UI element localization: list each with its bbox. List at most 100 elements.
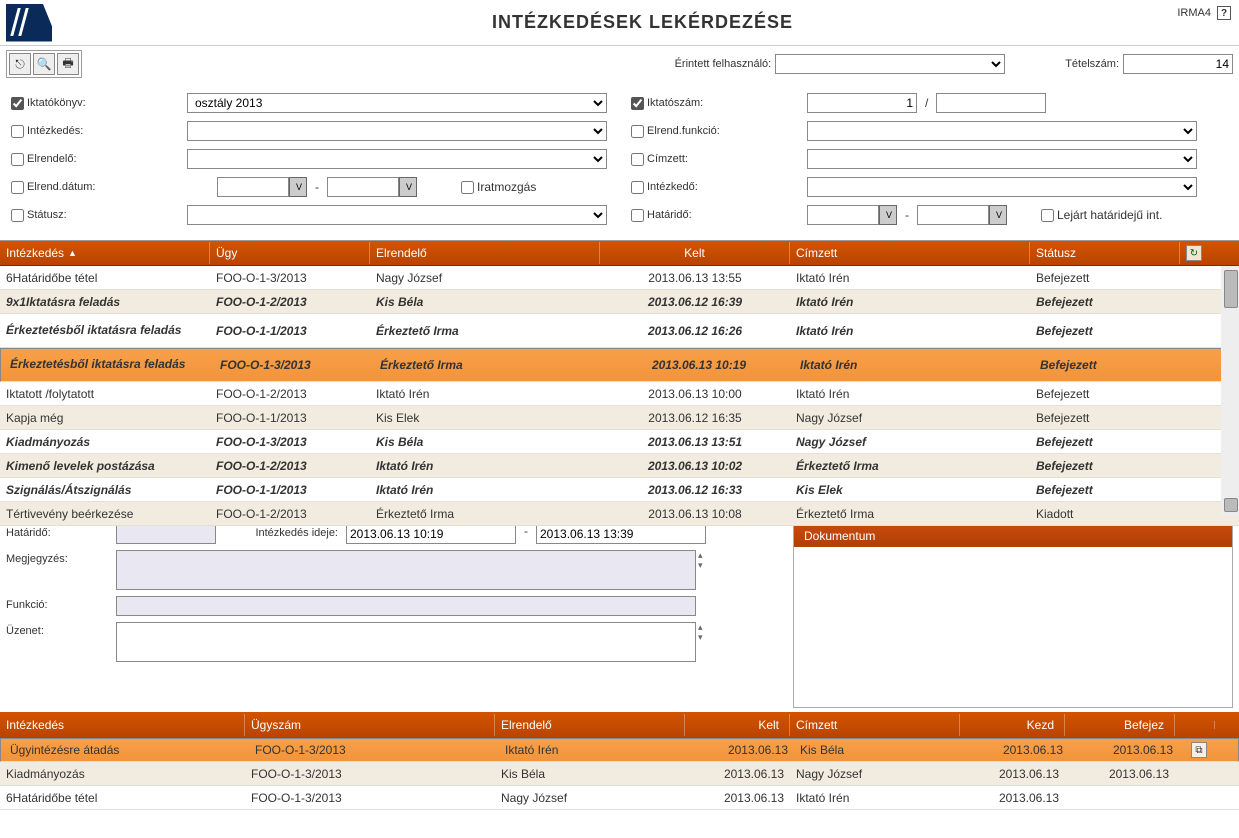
scroll-down-icon[interactable]: ▾ xyxy=(698,632,703,642)
scrollbar[interactable] xyxy=(1221,266,1239,516)
calendar-icon[interactable]: V xyxy=(879,205,897,225)
cell-ugy: FOO-O-1-1/2013 xyxy=(210,408,370,428)
page-title: INTÉZKEDÉSEK LEKÉRDEZÉSE xyxy=(52,12,1233,33)
cell-kelt: 2013.06.13 10:00 xyxy=(600,384,790,404)
erintett-select[interactable] xyxy=(775,54,1005,74)
col2-ugyszam[interactable]: Ügyszám xyxy=(245,714,495,736)
col-intezkedes[interactable]: Intézkedés▲ xyxy=(0,242,210,264)
col-kelt[interactable]: Kelt xyxy=(600,242,790,264)
table-row[interactable]: KiadmányozásFOO-O-1-3/2013Kis Béla2013.0… xyxy=(0,430,1239,454)
calendar-icon[interactable]: V xyxy=(399,177,417,197)
hatarido-from[interactable] xyxy=(807,205,879,225)
cell-cimzett: Nagy József xyxy=(790,408,1030,428)
elrendelo-select[interactable] xyxy=(187,149,607,169)
cell-ugy: FOO-O-1-2/2013 xyxy=(210,504,370,524)
elrend-datum-from[interactable] xyxy=(217,177,289,197)
iktatokonyv-label: Iktatókönyv: xyxy=(27,97,86,109)
exit-icon[interactable]: ⎋ xyxy=(9,53,31,75)
col2-kezd[interactable]: Kezd xyxy=(960,714,1065,736)
col2-befejez[interactable]: Befejez xyxy=(1065,714,1175,736)
cell-intezkedes: Kapja még xyxy=(0,408,210,428)
table-row[interactable]: 9x1Iktatásra feladásFOO-O-1-2/2013Kis Bé… xyxy=(0,290,1239,314)
refresh-button[interactable]: ↻ xyxy=(1180,245,1208,261)
col2-kelt[interactable]: Kelt xyxy=(685,714,790,736)
col2-cimzett[interactable]: Címzett xyxy=(790,714,960,736)
detail-intezkedes-ideje-from[interactable] xyxy=(346,524,516,544)
table-row[interactable]: KiadmányozásFOO-O-1-3/2013Kis Béla2013.0… xyxy=(0,762,1239,786)
detail-intezkedes-ideje-to[interactable] xyxy=(536,524,706,544)
print-icon[interactable]: 🖶 xyxy=(57,53,79,75)
help-icon[interactable]: ? xyxy=(1217,6,1231,20)
lejart-checkbox[interactable] xyxy=(1041,209,1054,222)
scroll-up-icon[interactable]: ▴ xyxy=(698,550,703,560)
col-statusz[interactable]: Státusz xyxy=(1030,242,1180,264)
cell-cimzett: Érkeztető Irma xyxy=(790,504,1030,524)
detail-hatarido-input[interactable] xyxy=(116,524,216,544)
cell-cimzett: Iktató Irén xyxy=(790,268,1030,288)
scroll-up-icon[interactable]: ▴ xyxy=(698,622,703,632)
col-elrendelo[interactable]: Elrendelő xyxy=(370,242,600,264)
cell-kezd: 2013.06.13 xyxy=(960,764,1065,784)
iktatoszam-input-1[interactable] xyxy=(807,93,917,113)
detail-megjegyzes-input[interactable] xyxy=(116,550,696,590)
col2-elrendelo[interactable]: Elrendelő xyxy=(495,714,685,736)
cell-statusz: Befejezett xyxy=(1030,268,1180,288)
col-cimzett[interactable]: Címzett xyxy=(790,242,1030,264)
cell-kelt: 2013.06.13 xyxy=(685,764,790,784)
calendar-icon[interactable]: V xyxy=(989,205,1007,225)
cell-ugy: FOO-O-1-1/2013 xyxy=(210,480,370,500)
cell-ugy: FOO-O-1-3/2013 xyxy=(210,432,370,452)
elrendelo-checkbox[interactable] xyxy=(11,153,24,166)
hatarido-checkbox[interactable] xyxy=(631,209,644,222)
expand-icon[interactable]: ⧉ xyxy=(1191,742,1207,758)
table-row[interactable]: 6Határidőbe tételFOO-O-1-3/2013Nagy Józs… xyxy=(0,786,1239,810)
iktatoszam-checkbox[interactable] xyxy=(631,97,644,110)
table-row[interactable]: Szignálás/ÁtszignálásFOO-O-1-1/2013Iktat… xyxy=(0,478,1239,502)
elrend-datum-to[interactable] xyxy=(327,177,399,197)
intezkedo-checkbox[interactable] xyxy=(631,181,644,194)
intezkedo-select[interactable] xyxy=(807,177,1197,197)
table-row[interactable]: Ügyintézésre átadásFOO-O-1-3/2013Iktató … xyxy=(0,738,1239,762)
detail-funkcio-input[interactable] xyxy=(116,596,696,616)
detail-megjegyzes-label: Megjegyzés: xyxy=(6,550,116,565)
table-row[interactable]: 6Határidőbe tételFOO-O-1-3/2013Nagy Józs… xyxy=(0,266,1239,290)
detail-intezkedes-ideje-sep: - xyxy=(524,524,528,538)
statusz-checkbox[interactable] xyxy=(11,209,24,222)
tetelszam-input[interactable] xyxy=(1123,54,1233,74)
search-icon[interactable]: 🔍 xyxy=(33,53,55,75)
intezkedes-checkbox[interactable] xyxy=(11,125,24,138)
iktatokonyv-checkbox[interactable] xyxy=(11,97,24,110)
iktatokonyv-select[interactable]: osztály 2013 xyxy=(187,93,607,113)
table-row[interactable]: Kimenő levelek postázásaFOO-O-1-2/2013Ik… xyxy=(0,454,1239,478)
col2-intezkedes[interactable]: Intézkedés xyxy=(0,714,245,736)
table-row[interactable]: Érkeztetésből iktatásra feladásFOO-O-1-3… xyxy=(0,348,1239,382)
cell-statusz: Befejezett xyxy=(1030,292,1180,312)
cell-ugy: FOO-O-1-1/2013 xyxy=(210,321,370,341)
intezkedes-select[interactable] xyxy=(187,121,607,141)
hatarido-to[interactable] xyxy=(917,205,989,225)
iktatoszam-input-2[interactable] xyxy=(936,93,1046,113)
table-row[interactable]: Érkeztetésből iktatásra feladásFOO-O-1-1… xyxy=(0,314,1239,348)
iratmozgas-checkbox[interactable] xyxy=(461,181,474,194)
cimzett-checkbox[interactable] xyxy=(631,153,644,166)
table-row[interactable]: Iktatott /folytatottFOO-O-1-2/2013Iktató… xyxy=(0,382,1239,406)
document-panel-body xyxy=(794,547,1232,707)
table-row[interactable]: Kapja mégFOO-O-1-1/2013Kis Elek2013.06.1… xyxy=(0,406,1239,430)
elrend-datum-checkbox[interactable] xyxy=(11,181,24,194)
cell-cimzett: Érkeztető Irma xyxy=(790,456,1030,476)
cell-ugyszam: FOO-O-1-3/2013 xyxy=(245,764,495,784)
statusz-select[interactable] xyxy=(187,205,607,225)
table-row[interactable]: Tértivevény beérkezéseFOO-O-1-2/2013Érke… xyxy=(0,502,1239,526)
sort-asc-icon: ▲ xyxy=(68,248,77,258)
scroll-down-icon[interactable] xyxy=(1224,498,1238,512)
elrend-funkcio-select[interactable] xyxy=(807,121,1197,141)
cell-ugyszam: FOO-O-1-3/2013 xyxy=(245,788,495,808)
scroll-down-icon[interactable]: ▾ xyxy=(698,560,703,570)
cell-kelt: 2013.06.12 16:33 xyxy=(600,480,790,500)
col-ugy[interactable]: Ügy xyxy=(210,242,370,264)
scroll-thumb[interactable] xyxy=(1224,270,1238,308)
calendar-icon[interactable]: V xyxy=(289,177,307,197)
detail-uzenet-input[interactable] xyxy=(116,622,696,662)
cimzett-select[interactable] xyxy=(807,149,1197,169)
elrend-funkcio-checkbox[interactable] xyxy=(631,125,644,138)
